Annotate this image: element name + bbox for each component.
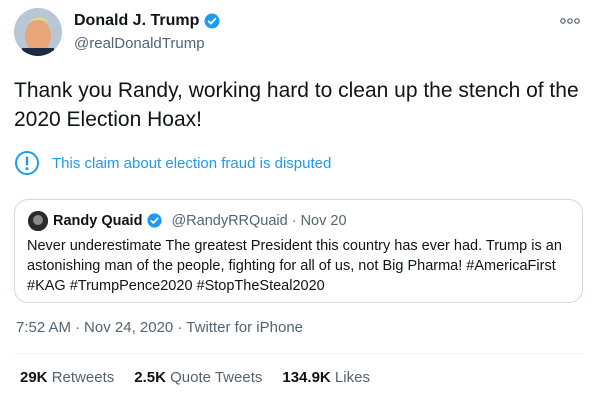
separator-dot: · (177, 319, 183, 336)
more-options-icon[interactable] (559, 12, 581, 30)
retweets-count: 29K (20, 369, 48, 386)
quote-tweets-label: Quote Tweets (170, 369, 263, 386)
separator-dot: · (291, 212, 297, 229)
verified-badge-icon (147, 213, 163, 228)
separator-dot: · (75, 319, 81, 336)
quoted-tweet[interactable]: Randy Quaid @RandyRRQuaid · Nov 20 Never… (14, 199, 583, 303)
quote-tweets-count: 2.5K (134, 369, 166, 386)
exclamation-circle-icon (15, 151, 39, 175)
quote-tweets-stat[interactable]: 2.5K Quote Tweets (134, 369, 262, 386)
tweet-source[interactable]: Twitter for iPhone (186, 319, 303, 336)
author-handle[interactable]: @realDonaldTrump (74, 35, 205, 52)
likes-count: 134.9K (282, 369, 331, 386)
retweets-label: Retweets (51, 369, 115, 386)
tweet-date[interactable]: Nov 24, 2020 (84, 319, 173, 336)
quoted-tweet-date: Nov 20 (300, 212, 347, 229)
disputed-notice[interactable]: This claim about election fraud is dispu… (14, 150, 331, 176)
quoted-author-handle: @RandyRRQuaid (171, 212, 288, 229)
verified-badge-icon (204, 13, 220, 29)
author-avatar-image (14, 8, 62, 56)
author-display-name[interactable]: Donald J. Trump (74, 12, 199, 30)
quoted-author-avatar (28, 211, 48, 231)
quoted-tweet-header: Randy Quaid @RandyRRQuaid · Nov 20 (53, 212, 347, 229)
disputed-notice-text[interactable]: This claim about election fraud is dispu… (52, 155, 331, 172)
tweet-meta: 7:52 AM · Nov 24, 2020 · Twitter for iPh… (16, 319, 303, 336)
tweet-time[interactable]: 7:52 AM (16, 319, 71, 336)
quoted-tweet-text: Never underestimate The greatest Preside… (27, 238, 562, 294)
quoted-avatar-image (28, 211, 48, 231)
quoted-author-name: Randy Quaid (53, 212, 143, 229)
divider (14, 353, 583, 354)
author-name-row: Donald J. Trump (74, 12, 221, 30)
tweet-stats: 29K Retweets 2.5K Quote Tweets 134.9K Li… (20, 369, 370, 386)
likes-stat[interactable]: 134.9K Likes (282, 369, 370, 386)
author-avatar[interactable] (14, 8, 62, 56)
likes-label: Likes (334, 369, 370, 386)
retweets-stat[interactable]: 29K Retweets (20, 369, 114, 386)
tweet-text: Thank you Randy, working hard to clean u… (14, 79, 579, 131)
